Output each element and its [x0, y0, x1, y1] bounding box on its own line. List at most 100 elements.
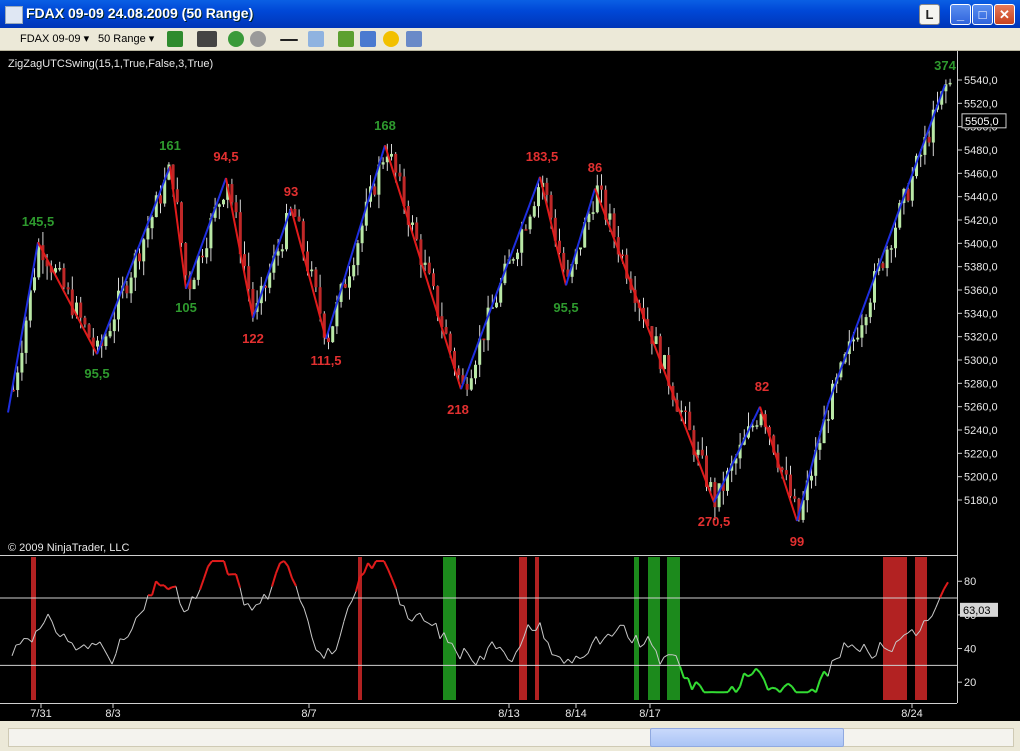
pencil-draw-icon[interactable] [197, 31, 217, 47]
candle-body [528, 216, 532, 230]
indicators-icon[interactable] [360, 31, 376, 47]
zigzag-segment [7, 241, 39, 413]
candle-body [331, 326, 335, 343]
candle-body [545, 182, 549, 195]
price-tick-label: 5220,0 [964, 448, 998, 460]
candle-body [138, 253, 141, 262]
money-icon[interactable] [383, 31, 399, 47]
date-label: 7/31 [30, 708, 51, 720]
oscillator-segment [563, 658, 569, 664]
oscillator-segment [151, 580, 157, 596]
oscillator-segment [511, 652, 517, 662]
candle-body [276, 251, 280, 256]
strategy-icon[interactable] [338, 31, 354, 47]
oscillator-segment [339, 621, 345, 637]
oscillator-segment [479, 655, 485, 661]
oscillator-segment [195, 589, 201, 599]
candle-body [205, 248, 209, 258]
candle-body [684, 410, 687, 413]
zoom-in-icon[interactable] [228, 31, 244, 47]
oscillator-segment [275, 562, 281, 574]
oscillator-segment [155, 580, 161, 587]
oscillator-segment [587, 643, 593, 654]
oscillator-segment [279, 560, 285, 565]
close-button[interactable]: ✕ [994, 4, 1015, 25]
candle-body [465, 383, 469, 390]
zigzag-segment [796, 404, 829, 522]
maximize-button[interactable]: □ [972, 4, 993, 25]
crosshair-icon[interactable] [280, 39, 298, 41]
minimize-button[interactable]: _ [950, 4, 971, 25]
oscillator-segment [743, 672, 749, 678]
candle-body [24, 320, 28, 353]
price-tick-label: 5260,0 [964, 402, 998, 414]
oscillator-segment [95, 641, 101, 646]
candle-body [688, 411, 692, 431]
period-selector[interactable]: 50 Range ▾ [98, 31, 154, 47]
zoom-out-icon[interactable] [250, 31, 266, 47]
candle-body [16, 372, 20, 391]
oscillator-segment [691, 681, 697, 691]
date-label: 8/24 [901, 708, 922, 720]
instrument-selector[interactable]: FDAX 09-09 ▾ [20, 31, 89, 47]
chart-toolbar: FDAX 09-09 ▾ 50 Range ▾ [0, 28, 1020, 51]
oscillator-segment [603, 633, 609, 639]
zigzag-segment [594, 188, 715, 503]
candle-body [129, 277, 133, 294]
signal-zone [519, 557, 527, 700]
oscillator-segment [791, 686, 797, 693]
candlestick-icon[interactable] [167, 31, 183, 47]
oscillator-segment [331, 649, 337, 655]
oscillator-segment [807, 688, 813, 694]
window-titlebar: FDAX 09-09 24.08.2009 (50 Range) L _ □ ✕ [0, 0, 1020, 28]
zigzag-segment [169, 166, 187, 289]
oscillator-segment [875, 642, 881, 656]
oscillator-segment [507, 659, 513, 663]
price-tick-label: 5400,0 [964, 238, 998, 250]
oscillator-segment [179, 603, 185, 613]
candle-body [457, 368, 461, 376]
oscillator-segment [939, 588, 945, 599]
chart-area[interactable]: ZigZagUTCSwing(15,1,True,False,3,True) ©… [0, 51, 1020, 721]
oscillator-segment [127, 628, 133, 637]
oscillator-segment [291, 577, 297, 587]
oscillator-segment [139, 609, 145, 615]
oscillator-segment [83, 644, 89, 650]
oscillator-segment [607, 633, 613, 637]
data-box-icon[interactable] [308, 31, 324, 47]
properties-icon[interactable] [406, 31, 422, 47]
oscillator-segment [943, 581, 949, 590]
zigzag-segment [460, 176, 541, 390]
price-tick-label: 5320,0 [964, 332, 998, 344]
oscillator-segment [467, 653, 473, 661]
scroll-thumb[interactable] [650, 728, 844, 747]
candle-body [415, 222, 419, 240]
l-button[interactable]: L [919, 4, 940, 25]
candle-body [444, 327, 448, 334]
oscillator-segment [643, 636, 649, 645]
oscillator-segment [15, 643, 21, 646]
price-tick-label: 5440,0 [964, 192, 998, 204]
candle-body [700, 449, 704, 456]
oscillator-segment [183, 609, 189, 613]
candle-body [297, 216, 301, 222]
oscillator-segment [203, 566, 209, 579]
scroll-track[interactable] [8, 728, 1014, 747]
oscillator-segment [835, 656, 841, 660]
candle-body [713, 482, 717, 508]
zigzag-segment [96, 165, 171, 355]
oscillator-segment [323, 647, 329, 659]
date-label: 8/3 [105, 708, 120, 720]
candle-body [516, 252, 519, 260]
candle-body [184, 243, 188, 276]
candle-body [373, 186, 377, 195]
candle-body [868, 302, 872, 318]
oscillator-segment [107, 656, 113, 665]
oscillator-segment [327, 647, 333, 655]
horizontal-scrollbar[interactable] [0, 722, 1020, 751]
period-label: 50 Range [98, 33, 146, 45]
candle-body [356, 243, 360, 266]
oscillator-segment [435, 623, 441, 639]
candle-body [608, 213, 612, 220]
candle-body [411, 222, 414, 225]
